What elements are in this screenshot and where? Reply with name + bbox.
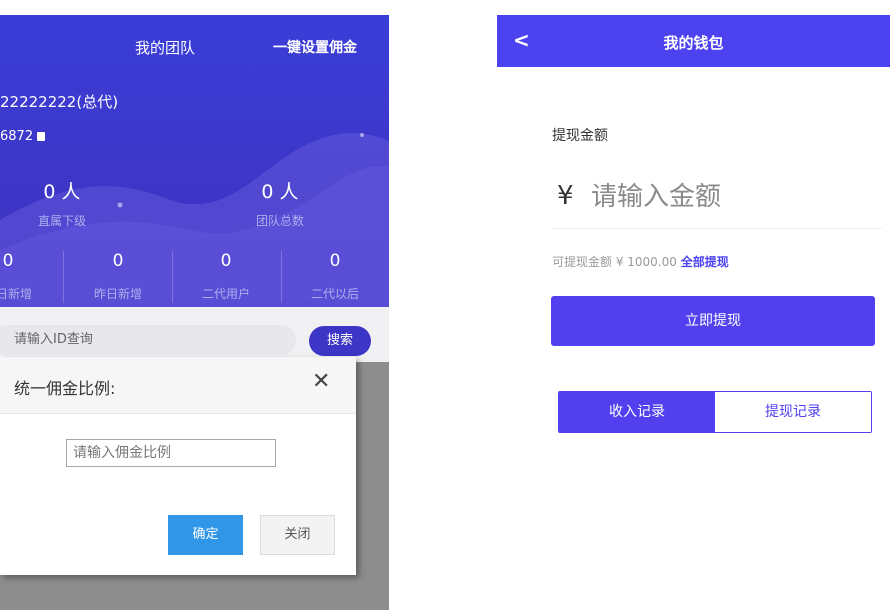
invite-code: 6872 xyxy=(0,129,46,144)
withdraw-all-link[interactable]: 全部提现 xyxy=(681,255,729,269)
set-commission-button[interactable]: 一键设置佣金 xyxy=(273,37,357,57)
tab-income-records[interactable]: 收入记录 xyxy=(559,392,715,432)
dialog-title: 统一佣金比例: xyxy=(14,379,116,398)
close-icon[interactable]: ✕ xyxy=(312,371,330,393)
confirm-button[interactable]: 确定 xyxy=(168,515,243,555)
close-button[interactable]: 关闭 xyxy=(260,515,335,555)
page-title: 我的钱包 xyxy=(663,34,724,52)
today-new-value: 0 xyxy=(2,251,14,271)
yesterday-new-label: 昨日新增 xyxy=(93,287,142,301)
today-new-label: 今日新增 xyxy=(0,287,32,301)
divider xyxy=(281,251,282,303)
divider xyxy=(63,251,64,303)
divider xyxy=(552,228,882,229)
dialog-header: 统一佣金比例: ✕ xyxy=(0,357,356,414)
available-balance: 可提现金额 ¥ 1000.00 全部提现 xyxy=(552,253,729,270)
divider xyxy=(172,251,173,303)
team-header: 我的团队 一键设置佣金 22222222(总代) 6872 0 人 直属下级 0… xyxy=(0,15,389,307)
account-id: 22222222(总代) xyxy=(0,93,119,111)
second-gen-label: 二代用户 xyxy=(201,287,250,301)
available-balance-text: 可提现金额 ¥ 1000.00 xyxy=(552,255,677,269)
commission-dialog: 统一佣金比例: ✕ 请输入佣金比例 确定 关闭 xyxy=(0,357,356,575)
search-input[interactable]: 请输入ID查询 xyxy=(0,325,296,355)
tab-withdraw-records[interactable]: 提现记录 xyxy=(715,392,871,432)
withdraw-button[interactable]: 立即提现 xyxy=(551,296,875,346)
direct-subordinates-label: 直属下级 xyxy=(37,214,86,228)
wallet-screen: < 我的钱包 提现金额 ¥ 请输入金额 可提现金额 ¥ 1000.00 全部提现… xyxy=(497,15,890,610)
search-button[interactable]: 搜索 xyxy=(309,326,371,356)
wallet-header: < 我的钱包 xyxy=(497,15,890,67)
team-total-label: 团队总数 xyxy=(255,214,304,228)
second-gen-value: 0 xyxy=(220,251,232,271)
currency-symbol: ¥ xyxy=(557,181,574,211)
beyond-second-gen-label: 二代以后 xyxy=(310,287,359,301)
commission-ratio-input[interactable]: 请输入佣金比例 xyxy=(66,439,276,467)
record-tabs: 收入记录 提现记录 xyxy=(558,391,872,433)
copy-icon[interactable] xyxy=(37,132,46,141)
yesterday-new-value: 0 xyxy=(112,251,124,271)
amount-input[interactable]: 请输入金额 xyxy=(591,179,861,215)
direct-subordinates-value: 0 人 xyxy=(43,181,81,203)
team-total-value: 0 人 xyxy=(261,181,299,203)
withdraw-amount-label: 提现金额 xyxy=(552,128,608,144)
invite-code-value: 6872 xyxy=(0,129,34,144)
beyond-second-gen-value: 0 xyxy=(329,251,341,271)
team-screen: 我的团队 一键设置佣金 22222222(总代) 6872 0 人 直属下级 0… xyxy=(0,15,389,610)
page-title: 我的团队 xyxy=(135,39,196,57)
